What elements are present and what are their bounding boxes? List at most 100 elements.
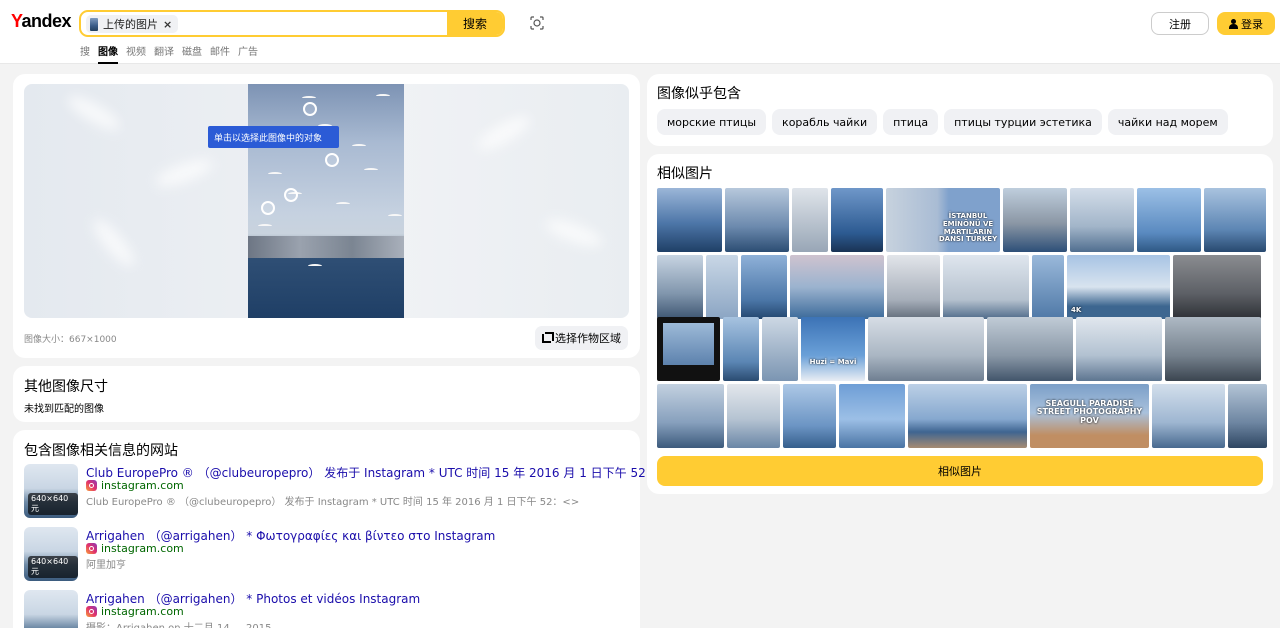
tab-images[interactable]: 图像 <box>98 43 118 64</box>
crop-area-button[interactable]: 选择作物区域 <box>535 326 628 350</box>
similar-images-button[interactable]: 相似图片 <box>657 456 1263 486</box>
crop-label: 选择作物区域 <box>555 332 621 345</box>
yandex-logo[interactable]: Yandex <box>11 11 72 32</box>
tab-mail[interactable]: 邮件 <box>210 43 230 64</box>
similar-image-tile[interactable] <box>1228 384 1267 448</box>
tag-chip[interactable]: корабль чайки <box>772 109 878 135</box>
uploaded-photo[interactable] <box>248 84 404 318</box>
blurred-bird <box>63 90 125 136</box>
uploaded-image-chip[interactable]: 上传的图片 × <box>86 15 179 33</box>
search-bar[interactable]: 上传的图片 × 搜索 <box>79 10 505 37</box>
image-size-label: 图像大小：667×1000 <box>24 335 117 345</box>
related-sites-title: 包含图像相关信息的网站 <box>24 443 178 459</box>
login-label: 登录 <box>1241 17 1263 31</box>
tab-translate[interactable]: 翻译 <box>154 43 174 64</box>
object-hotspot[interactable] <box>303 102 317 116</box>
site-thumbnail[interactable]: 640×640 元 <box>24 464 78 518</box>
similar-image-tile[interactable] <box>943 255 1029 319</box>
header: Yandex 上传的图片 × 搜索 搜 图像 视频 翻译 磁盘 邮件 广告 注册… <box>0 0 1280 64</box>
similar-image-tile[interactable] <box>887 255 940 319</box>
similar-image-tile[interactable] <box>908 384 1027 448</box>
image-preview: 单击以选择此图像中的对象 <box>24 84 629 318</box>
tile-caption: SEAGULL PARADISE STREET PHOTOGRAPHY POV <box>1036 398 1143 426</box>
tag-chip[interactable]: морские птицы <box>657 109 767 135</box>
tab-disk[interactable]: 磁盘 <box>182 43 202 64</box>
register-button[interactable]: 注册 <box>1151 12 1209 35</box>
camera-search-icon[interactable] <box>529 15 545 31</box>
similar-image-tile[interactable] <box>792 188 828 252</box>
other-sizes-card: 其他图像尺寸 未找到匹配的图像 <box>13 366 640 422</box>
similar-image-tile[interactable] <box>790 255 884 319</box>
uploaded-image-thumbnail <box>90 17 98 31</box>
tile-caption: İSTANBUL EMİNÖNÜ VE MARTILARIN DANSI TUR… <box>938 212 998 244</box>
similar-image-tile[interactable] <box>1165 317 1261 381</box>
similar-image-tile[interactable] <box>783 384 836 448</box>
site-thumbnail[interactable] <box>24 590 78 628</box>
instagram-icon <box>86 480 97 491</box>
blurred-bird <box>542 214 606 252</box>
tab-ads[interactable]: 广告 <box>238 43 258 64</box>
similar-image-tile[interactable] <box>762 317 798 381</box>
blurred-bird <box>152 154 216 192</box>
site-host-link[interactable]: instagram.com <box>86 542 184 555</box>
similar-image-tile[interactable]: 4K <box>1067 255 1170 319</box>
similar-images-card: 相似图片 İSTANBUL EMİNÖNÜ VE MARTILARIN DANS… <box>647 154 1273 494</box>
tab-search[interactable]: 搜 <box>80 43 90 64</box>
other-sizes-title: 其他图像尺寸 <box>24 379 108 395</box>
site-host-link[interactable]: instagram.com <box>86 479 184 492</box>
tag-chip[interactable]: птицы турции эстетика <box>944 109 1102 135</box>
site-thumbnail[interactable]: 640×640 元 <box>24 527 78 581</box>
tab-video[interactable]: 视频 <box>126 43 146 64</box>
similar-image-tile[interactable] <box>657 384 724 448</box>
similar-image-tile[interactable] <box>657 317 720 381</box>
image-size-badge: 640×640 元 <box>28 556 78 578</box>
tile-caption: 4K <box>1071 306 1082 315</box>
similar-image-tile[interactable] <box>657 255 703 319</box>
similar-image-tile[interactable] <box>1032 255 1064 319</box>
similar-image-tile[interactable] <box>657 188 722 252</box>
site-host-label: instagram.com <box>101 605 184 618</box>
similar-image-tile[interactable] <box>1152 384 1225 448</box>
seagull <box>388 214 402 218</box>
similar-image-tile[interactable] <box>1204 188 1266 252</box>
seagull <box>336 202 350 206</box>
similar-image-tile[interactable] <box>723 317 759 381</box>
object-hotspot[interactable] <box>261 201 275 215</box>
seagull <box>302 96 316 100</box>
object-hotspot[interactable] <box>284 188 298 202</box>
site-host-label: instagram.com <box>101 479 184 492</box>
tag-list: морские птицы корабль чайки птица птицы … <box>657 109 1228 135</box>
site-host-label: instagram.com <box>101 542 184 555</box>
city-skyline <box>248 236 404 258</box>
similar-image-tile[interactable] <box>1076 317 1162 381</box>
similar-image-tile[interactable] <box>727 384 780 448</box>
tile-photo <box>663 323 714 365</box>
instagram-icon <box>86 543 97 554</box>
similar-image-tile[interactable] <box>1173 255 1261 319</box>
similar-image-tile[interactable]: Huzi = Mavi <box>801 317 865 381</box>
tag-chip[interactable]: чайки над морем <box>1107 109 1228 135</box>
similar-image-tile[interactable] <box>868 317 984 381</box>
similar-image-tile[interactable] <box>1003 188 1067 252</box>
search-button[interactable]: 搜索 <box>447 12 503 35</box>
similar-image-tile[interactable] <box>741 255 787 319</box>
tag-chip[interactable]: птица <box>883 109 939 135</box>
similar-image-tile[interactable]: İSTANBUL EMİNÖNÜ VE MARTILARIN DANSI TUR… <box>886 188 1000 252</box>
similar-image-tile[interactable] <box>706 255 738 319</box>
similar-image-tile[interactable] <box>831 188 883 252</box>
similar-image-tile[interactable] <box>839 384 905 448</box>
similar-image-tile[interactable] <box>987 317 1073 381</box>
similar-image-tile[interactable]: SEAGULL PARADISE STREET PHOTOGRAPHY POV <box>1030 384 1149 448</box>
blurred-bird <box>87 214 141 272</box>
login-button[interactable]: 登录 <box>1217 12 1275 35</box>
site-host-link[interactable]: instagram.com <box>86 605 184 618</box>
similar-image-tile[interactable] <box>1070 188 1134 252</box>
similar-image-tile[interactable] <box>1137 188 1201 252</box>
site-description: Club EuropePro ® （@clubeuropepro） 发布于 In… <box>86 497 580 508</box>
similar-image-tile[interactable] <box>725 188 789 252</box>
similar-title: 相似图片 <box>657 166 713 182</box>
user-icon <box>1229 18 1238 29</box>
object-hotspot[interactable] <box>325 153 339 167</box>
close-icon[interactable]: × <box>163 18 172 31</box>
related-sites-card: 包含图像相关信息的网站 640×640 元 Club EuropePro ® （… <box>13 430 678 628</box>
